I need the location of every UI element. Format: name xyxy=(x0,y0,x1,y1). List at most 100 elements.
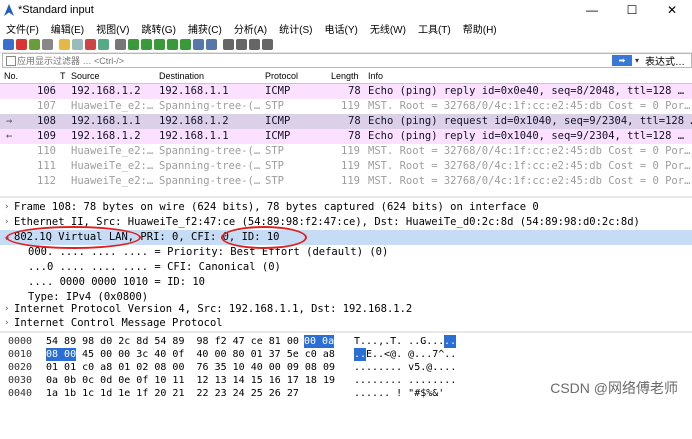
packet-length: 78 xyxy=(348,85,361,97)
packet-no: 112 xyxy=(37,175,56,187)
detail-text: Internet Control Message Protocol xyxy=(14,317,223,329)
pane-splitter[interactable] xyxy=(0,196,692,198)
expand-arrow-icon[interactable]: › xyxy=(4,215,9,230)
zoom-in-icon[interactable] xyxy=(223,38,234,50)
close-button[interactable]: ✕ xyxy=(652,0,692,20)
packet-row[interactable]: 107 HuaweiTe_e2:… Spanning-tree-(… STP 1… xyxy=(0,99,692,114)
close-file-icon[interactable] xyxy=(85,38,96,50)
open-file-icon[interactable] xyxy=(59,38,70,50)
title-bar: *Standard input — ☐ ✕ xyxy=(0,0,692,20)
menu-view[interactable]: 视图(V) xyxy=(90,21,135,36)
stop-capture-icon[interactable] xyxy=(16,38,27,50)
packet-row[interactable]: 110 HuaweiTe_e2:… Spanning-tree-(… STP 1… xyxy=(0,144,692,159)
packet-row[interactable]: 112 HuaweiTe_e2:… Spanning-tree-(… STP 1… xyxy=(0,174,692,189)
zoom-out-icon[interactable] xyxy=(236,38,247,50)
menu-analyze[interactable]: 分析(A) xyxy=(228,21,273,36)
column-source[interactable]: Source xyxy=(71,71,100,81)
zoom-normal-icon[interactable] xyxy=(249,38,260,50)
expand-arrow-icon[interactable]: › xyxy=(4,302,9,317)
column-info[interactable]: Info xyxy=(368,71,383,81)
filter-history-dropdown[interactable]: ▾ xyxy=(635,56,639,65)
reload-file-icon[interactable] xyxy=(98,38,109,50)
restart-capture-icon[interactable] xyxy=(29,38,40,50)
go-back-icon[interactable] xyxy=(128,38,139,50)
column-length[interactable]: Length xyxy=(331,71,359,81)
column-destination[interactable]: Destination xyxy=(159,71,204,81)
menu-tools[interactable]: 工具(T) xyxy=(412,21,457,36)
detail-ipv4[interactable]: › Internet Protocol Version 4, Src: 192.… xyxy=(0,302,692,317)
hex-bytes-highlight: 00 0a xyxy=(304,335,335,348)
column-time[interactable]: T xyxy=(60,71,66,81)
hex-ascii: E..<@. @...7^.. xyxy=(366,349,457,360)
bookmark-icon[interactable] xyxy=(6,56,16,66)
hex-offset: 0010 xyxy=(8,349,33,360)
column-protocol[interactable]: Protocol xyxy=(265,71,298,81)
hex-bytes: 01 01 c0 a8 01 02 08 00 76 35 10 40 00 0… xyxy=(46,362,335,373)
capture-options-icon[interactable] xyxy=(42,38,53,50)
menu-file[interactable]: 文件(F) xyxy=(0,21,45,36)
menu-help[interactable]: 帮助(H) xyxy=(457,21,503,36)
hex-ascii-highlight: .. xyxy=(354,348,367,361)
hex-bytes: 1a 1b 1c 1d 1e 1f 20 21 22 23 24 25 26 2… xyxy=(46,388,299,399)
hex-row[interactable]: 0010 08 00 45 00 00 3c 40 0f 40 00 80 01… xyxy=(0,348,692,361)
packet-destination: 192.168.1.1 xyxy=(159,130,229,142)
hex-bytes: 45 00 00 3c 40 0f 40 00 80 01 37 5e c0 a… xyxy=(76,349,335,360)
detail-icmp[interactable]: › Internet Control Message Protocol xyxy=(0,316,692,331)
annotation-oval-vlan xyxy=(6,226,141,249)
pane-splitter[interactable] xyxy=(0,331,692,333)
packet-source: HuaweiTe_e2:… xyxy=(71,145,154,157)
packet-length: 119 xyxy=(341,100,360,112)
find-packet-icon[interactable] xyxy=(115,38,126,50)
packet-source: 192.168.1.2 xyxy=(71,85,141,97)
menu-telephony[interactable]: 电话(Y) xyxy=(319,21,364,36)
first-packet-icon[interactable] xyxy=(167,38,178,50)
menu-go[interactable]: 跳转(G) xyxy=(135,21,181,36)
resize-columns-icon[interactable] xyxy=(262,38,273,50)
go-forward-icon[interactable] xyxy=(141,38,152,50)
autoscroll-icon[interactable] xyxy=(193,38,204,50)
column-no[interactable]: No. xyxy=(4,71,18,81)
packet-destination: 192.168.1.2 xyxy=(159,115,229,127)
colorize-icon[interactable] xyxy=(206,38,217,50)
go-to-packet-icon[interactable] xyxy=(154,38,165,50)
packet-destination: 192.168.1.1 xyxy=(159,85,229,97)
packet-no: 106 xyxy=(37,85,56,97)
start-capture-icon[interactable] xyxy=(3,38,14,50)
hex-row[interactable]: 0000 54 89 98 d0 2c 8d 54 89 98 f2 47 ce… xyxy=(0,335,692,348)
minimize-button[interactable]: — xyxy=(572,0,612,20)
apply-filter-button[interactable]: ➡ xyxy=(611,55,632,66)
display-filter-input[interactable] xyxy=(3,54,612,67)
save-file-icon[interactable] xyxy=(72,38,83,50)
packet-no: 110 xyxy=(37,145,56,157)
detail-text: Frame 108: 78 bytes on wire (624 bits), … xyxy=(14,201,539,213)
hex-offset: 0030 xyxy=(8,375,33,386)
packet-protocol: ICMP xyxy=(265,130,291,142)
detail-text: ...0 .... .... .... = CFI: Canonical (0) xyxy=(28,261,281,273)
expression-button[interactable]: 表达式… xyxy=(645,53,685,68)
packet-row[interactable]: 106 192.168.1.2 192.168.1.1 ICMP 78 Echo… xyxy=(0,84,692,99)
menu-edit[interactable]: 编辑(E) xyxy=(45,21,90,36)
menu-statistics[interactable]: 统计(S) xyxy=(273,21,318,36)
hex-bytes: 54 89 98 d0 2c 8d 54 89 98 f2 47 ce 81 0… xyxy=(46,336,305,347)
hex-ascii: T...,.T. ..G... xyxy=(354,336,445,347)
packet-row[interactable]: 111 HuaweiTe_e2:… Spanning-tree-(… STP 1… xyxy=(0,159,692,174)
menu-wireless[interactable]: 无线(W) xyxy=(364,21,412,36)
maximize-button[interactable]: ☐ xyxy=(612,0,652,20)
detail-text: .... 0000 0000 1010 = ID: 10 xyxy=(28,276,206,288)
packet-protocol: STP xyxy=(265,145,284,157)
packet-row[interactable]: ← 109 192.168.1.2 192.168.1.1 ICMP 78 Ec… xyxy=(0,129,692,144)
hex-row[interactable]: 0020 01 01 c0 a8 01 02 08 00 76 35 10 40… xyxy=(0,361,692,374)
expand-arrow-icon[interactable]: › xyxy=(4,316,9,331)
expand-arrow-icon[interactable]: › xyxy=(4,200,9,215)
hex-bytes: 0a 0b 0c 0d 0e 0f 10 11 12 13 14 15 16 1… xyxy=(46,375,335,386)
request-arrow-icon: → xyxy=(6,115,13,127)
detail-frame[interactable]: › Frame 108: 78 bytes on wire (624 bits)… xyxy=(0,200,692,215)
menu-capture[interactable]: 捕获(C) xyxy=(182,21,228,36)
packet-protocol: STP xyxy=(265,100,284,112)
detail-vlan-id[interactable]: .... 0000 0000 1010 = ID: 10 xyxy=(0,275,692,290)
detail-vlan-cfi[interactable]: ...0 .... .... .... = CFI: Canonical (0) xyxy=(0,260,692,275)
last-packet-icon[interactable] xyxy=(180,38,191,50)
packet-row-selected[interactable]: → 108 192.168.1.1 192.168.1.2 ICMP 78 Ec… xyxy=(0,114,692,129)
packet-length: 119 xyxy=(341,145,360,157)
packet-info: Echo (ping) request id=0x1040, seq=9/230… xyxy=(368,115,692,127)
